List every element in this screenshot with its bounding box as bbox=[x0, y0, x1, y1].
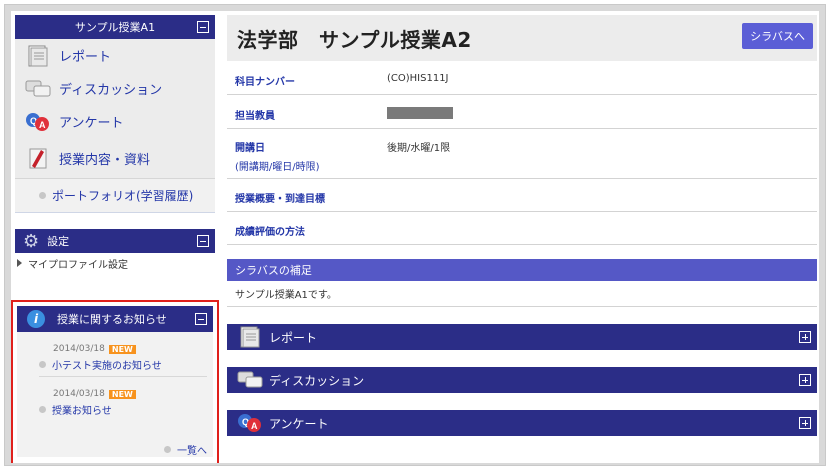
info-label: 開講日 bbox=[235, 143, 265, 154]
syllabus-button[interactable]: シラバスへ bbox=[742, 23, 813, 49]
portfolio-label: ポートフォリオ(学習履歴) bbox=[52, 189, 194, 203]
gear-icon: ⚙ bbox=[23, 230, 40, 252]
collapse-icon[interactable] bbox=[197, 21, 209, 33]
notice-panel-highlight: i 授業に関するお知らせ 2014/03/18 NEW 小テスト実施のお知らせ bbox=[11, 300, 219, 463]
course-panel-header: サンプル授業A1 bbox=[15, 15, 215, 39]
arrow-right-icon bbox=[17, 259, 22, 267]
sidebar-item-label: アンケート bbox=[59, 116, 124, 131]
new-badge: NEW bbox=[108, 389, 136, 399]
sidebar-item-label: ディスカッション bbox=[59, 83, 163, 98]
window-frame: サンプル授業A1 レポート ディスカッション QA アンケート 授業内容・資料 … bbox=[4, 4, 826, 466]
section-label: ディスカッション bbox=[269, 373, 365, 388]
page-title: 法学部 サンプル授業A2 bbox=[237, 27, 472, 52]
list-item: 2014/03/18 NEW 小テスト実施のお知らせ bbox=[39, 340, 207, 377]
settings-header: ⚙ 設定 bbox=[15, 229, 215, 253]
bullet-icon bbox=[164, 446, 171, 453]
sidebar-item-label: 授業内容・資料 bbox=[59, 152, 151, 168]
notice-header: i 授業に関するお知らせ bbox=[17, 306, 213, 332]
my-profile-link[interactable]: マイプロファイル設定 bbox=[15, 253, 215, 273]
info-label: 成績評価の方法 bbox=[235, 227, 305, 238]
info-row-grading: 成績評価の方法 bbox=[227, 212, 817, 245]
notice-list: 2014/03/18 NEW 小テスト実施のお知らせ 2014/03/18 NE… bbox=[17, 332, 213, 457]
supplement-text: サンプル授業A1です。 bbox=[227, 281, 817, 307]
bullet-icon bbox=[39, 406, 46, 413]
info-row-schedule: 開講日 (開講期/曜日/時限) 後期/水曜/1限 bbox=[227, 129, 817, 179]
report-icon bbox=[237, 326, 263, 348]
info-row-instructor: 担当教員 bbox=[227, 95, 817, 129]
supplement-header: シラバスの補足 bbox=[227, 259, 817, 281]
info-label: 担当教員 bbox=[235, 111, 275, 122]
notice-title: 授業に関するお知らせ bbox=[57, 313, 167, 326]
info-row-overview: 授業概要・到達目標 bbox=[227, 179, 817, 212]
title-bar: 法学部 サンプル授業A2 シラバスへ bbox=[227, 15, 817, 61]
info-label: 科目ナンバー bbox=[235, 77, 295, 88]
more-label: 一覧へ bbox=[177, 446, 207, 457]
info-icon: i bbox=[27, 310, 45, 328]
section-label: アンケート bbox=[269, 416, 329, 431]
list-item: 2014/03/18 NEW 授業お知らせ bbox=[39, 385, 207, 421]
report-icon bbox=[25, 44, 51, 68]
info-value: 後期/水曜/1限 bbox=[387, 143, 451, 154]
collapse-icon[interactable] bbox=[195, 313, 207, 325]
materials-icon bbox=[25, 146, 51, 170]
expand-icon[interactable] bbox=[799, 417, 811, 429]
more-link[interactable]: 一覧へ bbox=[164, 442, 207, 457]
section-survey[interactable]: QA アンケート bbox=[227, 410, 817, 436]
discussion-icon bbox=[25, 77, 51, 101]
my-profile-label: マイプロファイル設定 bbox=[28, 259, 128, 271]
page: サンプル授業A1 レポート ディスカッション QA アンケート 授業内容・資料 … bbox=[11, 11, 819, 463]
settings-title: 設定 bbox=[47, 235, 70, 248]
sidebar-item-materials[interactable]: 授業内容・資料 bbox=[15, 138, 215, 178]
notice-link[interactable]: 授業お知らせ bbox=[39, 402, 207, 417]
notice-link[interactable]: 小テスト実施のお知らせ bbox=[39, 357, 207, 372]
bullet-icon bbox=[39, 192, 46, 199]
expand-icon[interactable] bbox=[799, 374, 811, 386]
sidebar-item-label: レポート bbox=[59, 50, 112, 65]
section-label: レポート bbox=[269, 330, 318, 345]
section-discussion[interactable]: ディスカッション bbox=[227, 367, 817, 393]
notice-title-text: 授業お知らせ bbox=[52, 406, 112, 417]
discussion-icon bbox=[237, 369, 263, 391]
notice-title-text: 小テスト実施のお知らせ bbox=[52, 361, 162, 372]
info-row-course-number: 科目ナンバー (CO)HIS111J bbox=[227, 61, 817, 95]
survey-qa-icon: QA bbox=[237, 412, 263, 434]
info-value: (CO)HIS111J bbox=[387, 73, 449, 84]
bullet-icon bbox=[39, 361, 46, 368]
course-menu: レポート ディスカッション QA アンケート 授業内容・資料 ポートフォリオ(学… bbox=[15, 39, 215, 213]
sidebar-item-report[interactable]: レポート bbox=[15, 39, 215, 72]
course-header-title: サンプル授業A1 bbox=[74, 21, 156, 34]
svg-text:A: A bbox=[39, 120, 46, 130]
info-sublabel: (開講期/曜日/時限) bbox=[235, 162, 320, 173]
collapse-icon[interactable] bbox=[197, 235, 209, 247]
redacted-value bbox=[387, 107, 453, 119]
expand-icon[interactable] bbox=[799, 331, 811, 343]
notice-date: 2014/03/18 bbox=[53, 344, 105, 354]
sidebar-item-discussion[interactable]: ディスカッション bbox=[15, 72, 215, 105]
sidebar: サンプル授業A1 レポート ディスカッション QA アンケート 授業内容・資料 … bbox=[11, 15, 219, 463]
new-badge: NEW bbox=[108, 344, 136, 354]
section-report[interactable]: レポート bbox=[227, 324, 817, 350]
survey-qa-icon: QA bbox=[25, 110, 51, 134]
sidebar-item-survey[interactable]: QA アンケート bbox=[15, 105, 215, 138]
info-label: 授業概要・到達目標 bbox=[235, 194, 325, 205]
main-content: 法学部 サンプル授業A2 シラバスへ 科目ナンバー (CO)HIS111J 担当… bbox=[227, 15, 817, 459]
portfolio-link[interactable]: ポートフォリオ(学習履歴) bbox=[15, 178, 215, 212]
notice-date: 2014/03/18 bbox=[53, 389, 105, 399]
svg-text:A: A bbox=[251, 421, 258, 431]
